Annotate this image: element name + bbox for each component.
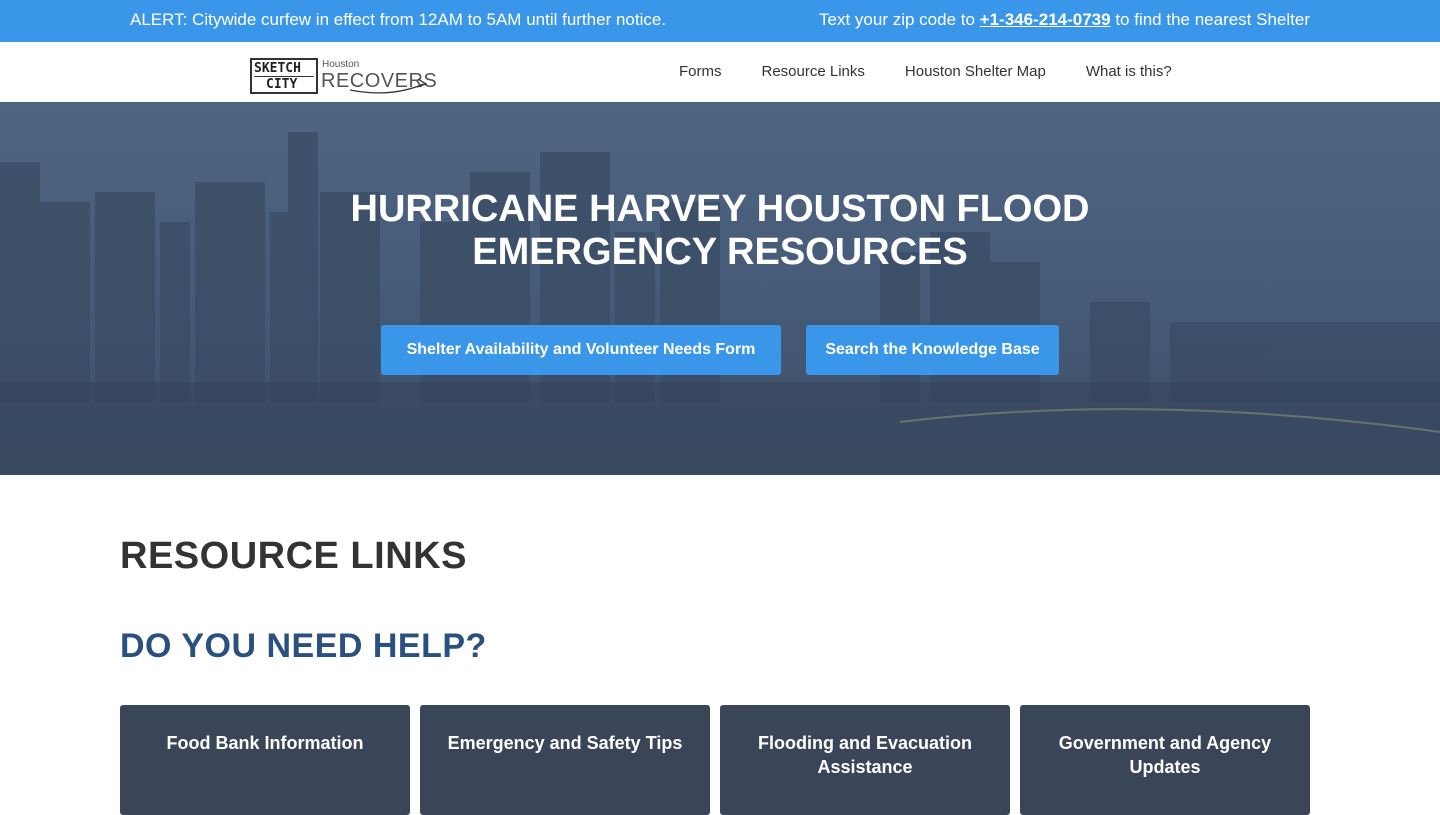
- help-cards: Food Bank Information Emergency and Safe…: [120, 705, 1310, 815]
- search-knowledge-base-button[interactable]: Search the Knowledge Base: [806, 325, 1059, 375]
- hero-banner: HURRICANE HARVEY HOUSTON FLOOD EMERGENCY…: [0, 102, 1440, 475]
- shelter-text-instructions: Text your zip code to +1-346-214-0739 to…: [819, 10, 1310, 30]
- nav-links: Forms Resource Links Houston Shelter Map…: [679, 63, 1172, 80]
- card-emergency-safety[interactable]: Emergency and Safety Tips: [420, 705, 710, 815]
- text-prefix: Text your zip code to: [819, 10, 980, 29]
- card-flooding-evacuation[interactable]: Flooding and Evacuation Assistance: [720, 705, 1010, 815]
- alert-bar: ALERT: Citywide curfew in effect from 12…: [0, 0, 1440, 42]
- sketch-city-badge: SKETCH CITY: [250, 58, 318, 94]
- logo-houston-text: Houston: [322, 59, 360, 70]
- card-government-updates[interactable]: Government and Agency Updates: [1020, 705, 1310, 815]
- card-food-bank[interactable]: Food Bank Information: [120, 705, 410, 815]
- logo-sketch-text: SKETCH: [254, 61, 301, 76]
- city-skyline-background: [0, 132, 1440, 475]
- nav-link-resource-links[interactable]: Resource Links: [762, 63, 865, 80]
- nav-link-shelter-map[interactable]: Houston Shelter Map: [905, 63, 1046, 80]
- nav-link-what-is-this[interactable]: What is this?: [1086, 63, 1172, 80]
- shelter-volunteer-form-button[interactable]: Shelter Availability and Volunteer Needs…: [381, 325, 781, 375]
- nav-link-forms[interactable]: Forms: [679, 63, 722, 80]
- need-help-heading: DO YOU NEED HELP?: [120, 627, 487, 665]
- top-navigation: SKETCH CITY Houston RECOVERS Forms Resou…: [0, 42, 1440, 102]
- curfew-alert-text: ALERT: Citywide curfew in effect from 12…: [130, 10, 667, 29]
- hero-title-line-2: EMERGENCY RESOURCES: [472, 231, 968, 273]
- hero-title: HURRICANE HARVEY HOUSTON FLOOD EMERGENCY…: [0, 188, 1440, 274]
- resource-links-heading: RESOURCE LINKS: [120, 535, 467, 577]
- logo-city-text: CITY: [254, 76, 314, 92]
- arrow-icon: [350, 78, 428, 94]
- hero-title-line-1: HURRICANE HARVEY HOUSTON FLOOD: [350, 188, 1090, 230]
- sketch-city-logo[interactable]: SKETCH CITY Houston RECOVERS: [250, 56, 437, 96]
- text-suffix: to find the nearest Shelter: [1110, 10, 1310, 29]
- phone-link[interactable]: +1-346-214-0739: [980, 10, 1111, 29]
